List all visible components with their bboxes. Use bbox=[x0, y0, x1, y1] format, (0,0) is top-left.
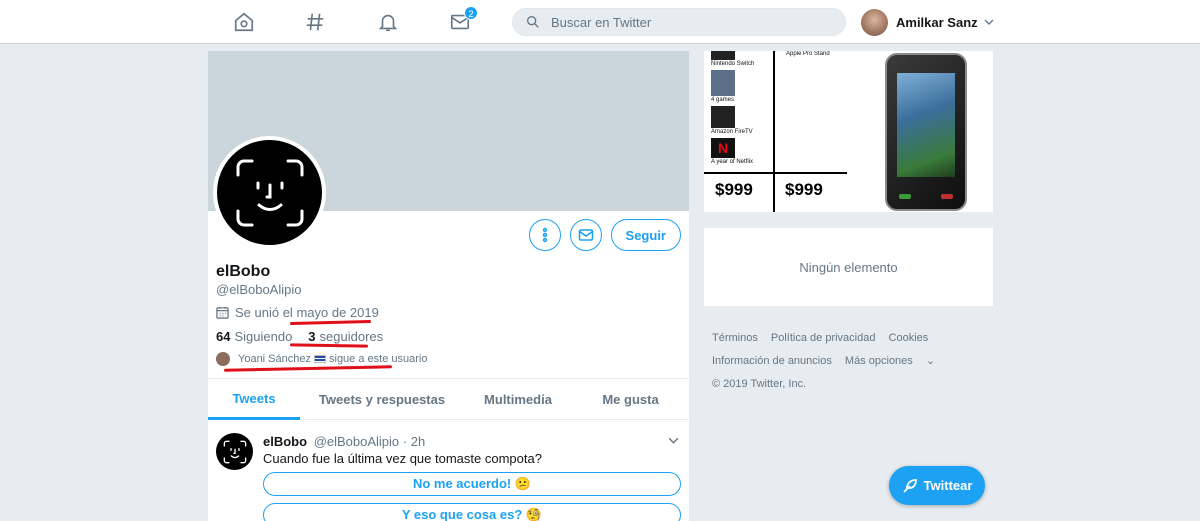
netflix-logo: N bbox=[711, 138, 735, 158]
search-icon bbox=[527, 15, 539, 28]
phone-screen bbox=[897, 73, 955, 177]
footer-links: Términos Política de privacidad Cookies … bbox=[712, 327, 992, 396]
poll-option[interactable]: No me acuerdo! 😕 bbox=[263, 472, 681, 496]
profile-handle: @elBoboAlipio bbox=[216, 282, 302, 297]
more-vertical-icon bbox=[542, 227, 547, 243]
price-right: $999 bbox=[785, 180, 823, 199]
user-avatar[interactable] bbox=[861, 8, 888, 36]
tweet-author-handle[interactable]: @elBoboAlipio bbox=[314, 434, 399, 449]
tab-likes[interactable]: Me gusta bbox=[572, 379, 689, 420]
follower-avatar bbox=[216, 352, 230, 366]
footer-link-ads-info[interactable]: Información de anuncios bbox=[712, 355, 832, 367]
promo-image[interactable]: Nintendo Switch 4 games Amazon FireTV N … bbox=[704, 51, 993, 212]
chevron-down-icon[interactable] bbox=[984, 17, 994, 27]
message-button[interactable] bbox=[569, 219, 602, 251]
copyright: © 2019 Twitter, Inc. bbox=[712, 378, 807, 390]
account-menu[interactable]: Amilkar Sanz bbox=[861, 8, 994, 36]
envelope-icon bbox=[578, 229, 593, 241]
poll-option[interactable]: Y eso que cosa es? 🧐 bbox=[263, 503, 681, 521]
profile-card: Seguir elBobo @elBoboAlipio Se unió el m… bbox=[208, 51, 689, 521]
notifications-icon[interactable] bbox=[375, 9, 401, 35]
top-navigation-bar: 2 Amilkar Sanz bbox=[0, 0, 1200, 44]
end-key bbox=[941, 194, 953, 199]
hashtag-icon[interactable] bbox=[302, 9, 328, 35]
tweet-author-name[interactable]: elBobo bbox=[263, 434, 307, 449]
promo-thumb bbox=[711, 51, 735, 60]
profile-name: elBobo bbox=[216, 263, 271, 280]
annotation-underline bbox=[289, 319, 372, 326]
face-id-icon bbox=[236, 159, 303, 226]
following-label: Siguiendo bbox=[234, 329, 293, 344]
followers-label: seguidores bbox=[319, 329, 384, 344]
search-input[interactable] bbox=[551, 14, 831, 30]
chevron-down-icon: ⌄ bbox=[925, 355, 936, 367]
more-options-label: Más opciones bbox=[844, 355, 913, 367]
following-count: 64 bbox=[216, 329, 231, 344]
promo-item: Nintendo Switch bbox=[711, 61, 755, 67]
promo-thumb bbox=[711, 70, 735, 96]
profile-tabs: Tweets Tweets y respuestas Multimedia Me… bbox=[208, 378, 689, 420]
promo-thumb bbox=[711, 106, 735, 128]
profile-stats: 64 Siguiendo 3 seguidores bbox=[216, 329, 383, 344]
phone-image bbox=[885, 53, 967, 211]
tab-tweets-replies[interactable]: Tweets y respuestas bbox=[300, 379, 464, 420]
feather-icon bbox=[902, 478, 917, 493]
tweet-text: Cuando fue la última vez que tomaste com… bbox=[263, 451, 542, 466]
following-link[interactable]: 64 Siguiendo bbox=[216, 329, 292, 344]
follow-button[interactable]: Seguir bbox=[610, 219, 681, 251]
footer-link-privacy[interactable]: Política de privacidad bbox=[771, 332, 876, 344]
divider bbox=[704, 172, 847, 174]
join-date-prefix: Se unió el bbox=[235, 305, 293, 320]
call-key bbox=[899, 194, 911, 199]
tweet[interactable]: elBobo @elBoboAlipio · 2h Cuando fue la … bbox=[208, 421, 689, 521]
divider bbox=[773, 51, 775, 212]
tweet-avatar[interactable] bbox=[216, 433, 253, 470]
home-icon[interactable] bbox=[231, 9, 257, 35]
follower-name: Yoani Sánchez bbox=[238, 353, 311, 365]
calendar-icon bbox=[216, 306, 229, 319]
promo-stand-label: Apple Pro Stand bbox=[786, 51, 830, 57]
followed-by-suffix: sigue a este usuario bbox=[329, 353, 428, 365]
footer-link-terms[interactable]: Términos bbox=[712, 332, 758, 344]
tab-tweets[interactable]: Tweets bbox=[208, 379, 300, 420]
compose-tweet-button[interactable]: Twittear bbox=[889, 466, 985, 505]
annotation-underline bbox=[289, 343, 369, 348]
footer-link-more-options[interactable]: Más opciones ⌄ bbox=[845, 355, 945, 367]
profile-actions: Seguir bbox=[528, 219, 681, 251]
followers-link[interactable]: 3 seguidores bbox=[308, 329, 383, 344]
followers-count: 3 bbox=[308, 329, 316, 344]
profile-avatar[interactable] bbox=[213, 136, 326, 249]
footer-link-cookies[interactable]: Cookies bbox=[889, 332, 929, 344]
annotation-underline bbox=[223, 365, 393, 372]
user-name: Amilkar Sanz bbox=[896, 14, 978, 30]
join-date: Se unió el mayo de 2019 bbox=[216, 305, 379, 320]
tweet-time[interactable]: · 2h bbox=[403, 434, 425, 449]
join-date-value: mayo de 2019 bbox=[296, 305, 379, 320]
search-box[interactable] bbox=[512, 8, 846, 36]
more-options-button[interactable] bbox=[528, 219, 561, 251]
followed-by[interactable]: Yoani Sánchez sigue a este usuario bbox=[216, 352, 427, 366]
promo-item: Amazon FireTV bbox=[711, 129, 753, 135]
messages-icon[interactable]: 2 bbox=[447, 6, 478, 35]
tab-media[interactable]: Multimedia bbox=[464, 379, 572, 420]
price-left: $999 bbox=[715, 180, 753, 199]
messages-badge: 2 bbox=[464, 6, 478, 20]
promo-item: 4 games bbox=[711, 97, 735, 103]
chevron-down-icon[interactable] bbox=[668, 435, 679, 446]
face-id-icon bbox=[223, 440, 246, 463]
empty-panel: Ningún elemento bbox=[704, 228, 993, 306]
tweet-header: elBobo @elBoboAlipio · 2h bbox=[263, 434, 425, 449]
compose-tweet-label: Twittear bbox=[923, 478, 973, 493]
cuba-flag-icon bbox=[314, 355, 326, 363]
promo-item-list: Nintendo Switch 4 games Amazon FireTV N … bbox=[710, 51, 772, 168]
promo-item: A year of Netflix bbox=[711, 159, 754, 165]
